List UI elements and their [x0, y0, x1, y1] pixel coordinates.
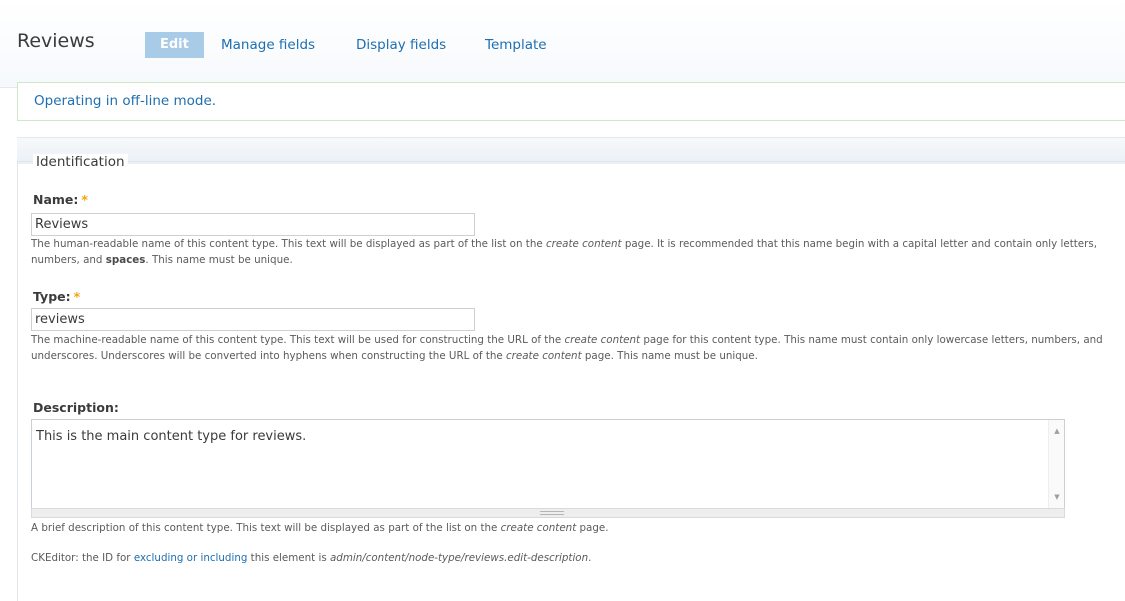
required-mark: * — [81, 192, 88, 207]
tab-display-fields[interactable]: Display fields — [356, 32, 446, 58]
page-title: Reviews — [17, 30, 95, 52]
status-message: Operating in off-line mode. — [17, 82, 1125, 121]
page-header: Reviews Edit Manage fields Display field… — [0, 0, 1125, 88]
textarea-resize-handle[interactable] — [31, 508, 1065, 518]
type-help-text: The machine-readable name of this conten… — [31, 334, 1103, 362]
scroll-down-arrow-icon[interactable]: ▼ — [1049, 490, 1065, 504]
description-help-text: A brief description of this content type… — [31, 522, 609, 534]
tab-manage-fields[interactable]: Manage fields — [221, 32, 315, 58]
resize-grippie-icon[interactable] — [540, 511, 564, 515]
type-label-text: Type: — [33, 289, 71, 304]
fieldset-legend: Identification — [33, 154, 128, 170]
type-label: Type: * — [33, 289, 80, 304]
name-label-text: Name: — [33, 192, 79, 207]
name-label: Name: * — [33, 192, 88, 207]
description-textarea[interactable]: This is the main content type for review… — [31, 419, 1065, 509]
name-input[interactable] — [31, 213, 475, 236]
name-help-text: The human-readable name of this content … — [31, 238, 1097, 266]
description-label: Description: — [33, 400, 119, 415]
section-band — [17, 137, 1125, 164]
scroll-up-arrow-icon[interactable]: ▲ — [1049, 424, 1065, 438]
tab-template[interactable]: Template — [485, 32, 547, 58]
tab-edit[interactable]: Edit — [145, 32, 204, 58]
textarea-scrollbar[interactable]: ▲ ▼ — [1048, 420, 1064, 508]
type-input[interactable] — [31, 308, 475, 331]
required-mark: * — [73, 289, 81, 304]
ckeditor-note: CKEditor: the ID for excluding or includ… — [31, 552, 592, 564]
excluding-including-link[interactable]: excluding or including — [134, 552, 248, 564]
